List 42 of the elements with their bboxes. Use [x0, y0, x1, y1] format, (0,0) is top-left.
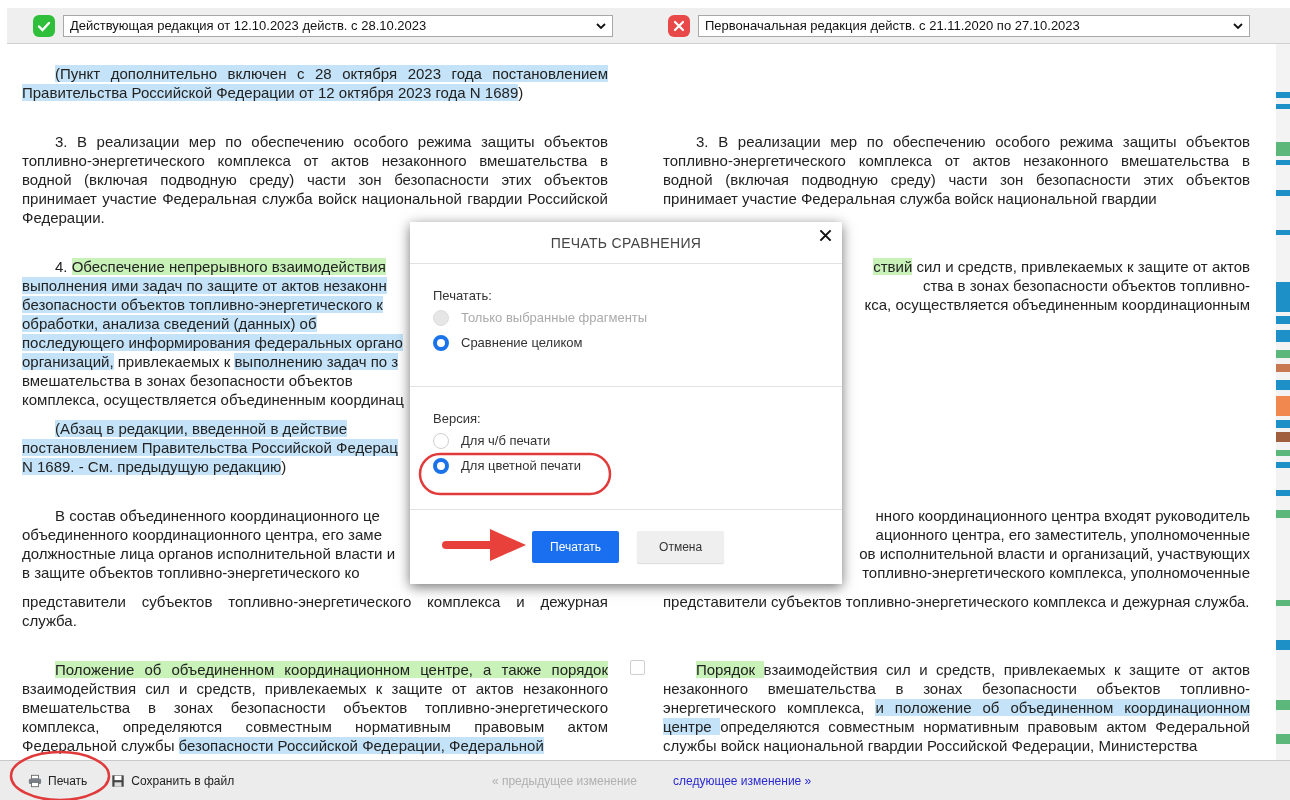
dialog-title: ПЕЧАТЬ СРАВНЕНИЯ — [550, 234, 702, 251]
radio-button[interactable] — [433, 457, 449, 474]
checkbox[interactable] — [630, 660, 645, 675]
option-label[interactable]: Для ч/б печати — [461, 433, 551, 448]
paragraph: представители субъектов топливно-энергетического комплекса и дежурная служба. — [22, 592, 608, 630]
chevron-down-icon — [1233, 22, 1243, 29]
paragraph: 3. В реализации мер по обеспечению особого режима защиты объектов топливно-энергетического комплекса от актов незаконного вмешательства в водной (включая подводную среду) части зон безопасности этих объектов принимает участие Федеральная служба войск национальной гвардии Российской Федерации. — [22, 132, 608, 227]
text-line: организаций, привлекаемых к выполнению задач по з — [22, 352, 399, 371]
text-line: ства в зонах безопасности объектов топливно- — [922, 276, 1250, 295]
printer-icon — [28, 773, 42, 788]
text-line: кса, осуществляется объединенным координационным — [864, 295, 1250, 314]
cancel-button[interactable]: Отмена — [637, 531, 725, 563]
chevron-down-icon — [596, 22, 606, 29]
save-to-file-button[interactable]: Сохранить в файл — [111, 773, 235, 788]
option-label[interactable]: Сравнение целиком — [461, 335, 583, 350]
text-line: нного координационного центра входят руководитель — [875, 506, 1250, 525]
text-line: комплекса, осуществляется объединенным координац — [22, 390, 404, 409]
paragraph: Положение об объединенном координационном центре, а также порядок взаимодействия сил и средств, привлекаемых к защите от актов незаконного вмешательства в зонах безопасности объектов топливно-энергетического комплекса, определяются совместным нормативным правовым актом Федеральной службы безопасности Российской Федерации, Федеральной — [22, 660, 608, 755]
radio-button[interactable] — [433, 334, 449, 351]
print-button[interactable]: Печать — [28, 773, 88, 788]
print-button[interactable]: Печатать — [532, 531, 620, 563]
text-line: вмешательства в зонах безопасности объектов — [22, 371, 353, 390]
next-change-link[interactable]: следующее изменение » — [673, 773, 812, 788]
text-line: В состав объединенного координационного це — [54, 506, 380, 525]
text-line: N 1689. - См. предыдущую редакцию) — [22, 457, 287, 476]
text-line: 4. Обеспечение непрерывного взаимодействия — [54, 257, 386, 276]
version-select[interactable]: Действующая редакция от 12.10.2023 действ. с 28.10.2023 — [63, 14, 613, 37]
text-line: объединенного координационного центра, его заме — [22, 525, 382, 544]
text-line: топливно-энергетического комплекса, уполномоченные — [862, 563, 1250, 582]
text-line: ов исполнительной власти и организаций, участвующих — [859, 544, 1250, 563]
text-line: ационного центра, его заместитель, уполномоченные — [875, 525, 1250, 544]
paragraph: представители субъектов топливно-энергетического комплекса и дежурная служба. — [663, 592, 1250, 611]
text-line: должностные лица органов исполнительной власти и — [22, 544, 395, 563]
paragraph: Порядок взаимодействия сил и средств, привлекаемых к защите от актов незаконного вмешательства в зонах безопасности объектов топливно-энергетического комплекса, и положение об объединенном координационном центре определяются совместным нормативным правовым актом Федеральной службы войск национальной гвардии Российской Федерации, Министерства — [663, 660, 1250, 755]
text-line: в защите объектов топливно-энергетического ко — [22, 563, 360, 582]
group-label: Версия: — [433, 411, 482, 426]
version-select[interactable]: Первоначальная редакция действ. с 21.11.2020 по 27.10.2023 — [698, 14, 1250, 37]
paragraph: 3. В реализации мер по обеспечению особого режима защиты объектов топливно-энергетического комплекса от актов незаконного вмешательства в водной (включая подводную среду) части зон безопасности этих объектов принимает участие Федеральная служба войск национальной гвардии — [663, 132, 1250, 208]
group-label: Печатать: — [433, 288, 493, 303]
text-line: ствий сил и средств, привлекаемых к защите от актов — [873, 257, 1250, 276]
paragraph: (Пункт дополнительно включен с 28 октября 2023 года постановлением Правительства Российской Федерации от 12 октября 2023 года N 1689) — [22, 64, 608, 102]
close-icon[interactable] — [819, 229, 832, 242]
